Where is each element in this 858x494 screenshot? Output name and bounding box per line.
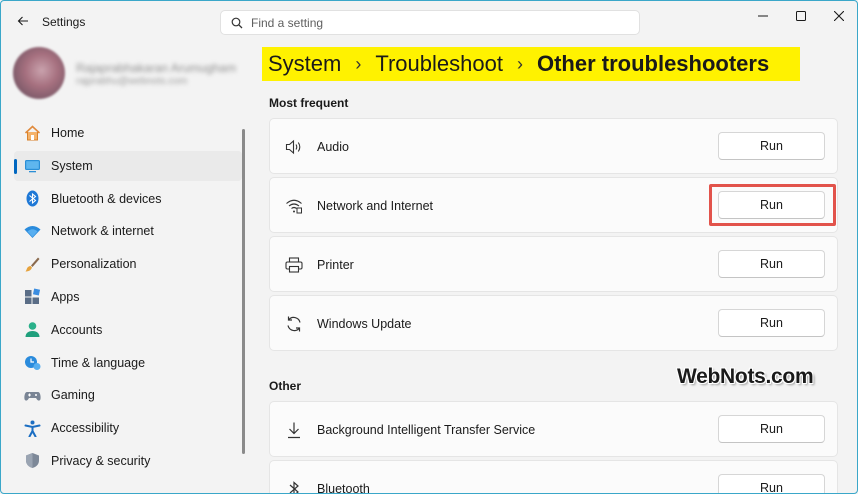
back-arrow-icon xyxy=(17,16,28,26)
watermark-logo: WebNots.com xyxy=(677,365,814,388)
sync-icon xyxy=(284,314,304,334)
run-bits-button[interactable]: Run xyxy=(718,415,825,443)
sidebar-item-label: Network & internet xyxy=(51,224,154,239)
sidebar-item-apps[interactable]: Apps xyxy=(14,282,242,312)
run-network-button[interactable]: Run xyxy=(718,191,825,219)
accessibility-icon xyxy=(23,419,41,437)
title-bar: Settings xyxy=(1,1,857,41)
breadcrumb-separator: › xyxy=(516,53,523,74)
sidebar-item-gaming[interactable]: Gaming xyxy=(14,380,242,410)
troubleshooter-label: Windows Update xyxy=(317,317,412,331)
run-bluetooth-button[interactable]: Run xyxy=(718,474,825,493)
close-icon xyxy=(834,11,844,21)
sidebar-item-time-language[interactable]: Time & language xyxy=(14,348,242,378)
sidebar-scrollbar[interactable] xyxy=(242,129,245,454)
troubleshooter-row-printer: Printer Run xyxy=(269,236,838,292)
download-icon xyxy=(284,420,304,440)
sidebar-item-network[interactable]: Network & internet xyxy=(14,216,242,246)
person-icon xyxy=(23,321,41,339)
sidebar-item-label: Apps xyxy=(51,289,80,304)
apps-icon xyxy=(23,288,41,306)
troubleshooter-row-bits: Background Intelligent Transfer Service … xyxy=(269,401,838,457)
sidebar-item-label: Accounts xyxy=(51,322,103,337)
search-input[interactable] xyxy=(251,15,611,30)
brush-icon xyxy=(23,255,41,273)
run-windows-update-button[interactable]: Run xyxy=(718,309,825,337)
sidebar-item-accessibility[interactable]: Accessibility xyxy=(14,413,242,443)
sidebar-item-label: Accessibility xyxy=(51,421,120,436)
printer-icon xyxy=(284,255,304,275)
run-printer-button[interactable]: Run xyxy=(718,250,825,278)
system-icon xyxy=(23,157,41,175)
troubleshooter-row-windows-update: Windows Update Run xyxy=(269,295,838,351)
bluetooth-icon xyxy=(23,190,41,208)
home-icon xyxy=(23,124,41,142)
sidebar-item-personalization[interactable]: Personalization xyxy=(14,249,242,279)
breadcrumb-item-troubleshoot[interactable]: Troubleshoot xyxy=(375,51,503,77)
sidebar-item-bluetooth-devices[interactable]: Bluetooth & devices xyxy=(14,184,242,214)
minimize-button[interactable] xyxy=(748,7,778,25)
bluetooth-icon xyxy=(284,479,304,493)
troubleshooter-row-bluetooth: Bluetooth Run xyxy=(269,460,838,494)
breadcrumb-separator: › xyxy=(355,53,362,74)
app-title: Settings xyxy=(42,15,86,29)
sidebar-item-label: Gaming xyxy=(51,388,95,403)
troubleshooter-row-audio: Audio Run xyxy=(269,118,838,174)
avatar[interactable] xyxy=(13,47,65,99)
troubleshooter-label: Printer xyxy=(317,258,354,272)
section-title-most-frequent: Most frequent xyxy=(269,96,349,110)
maximize-icon xyxy=(796,11,806,21)
settings-window: Settings Rajaprabhakaran Arumugham rajpr… xyxy=(0,0,858,494)
sidebar-item-home[interactable]: Home xyxy=(14,118,242,148)
breadcrumb: System › Troubleshoot › Other troublesho… xyxy=(262,47,800,81)
sidebar-item-accounts[interactable]: Accounts xyxy=(14,315,242,345)
sidebar-item-system[interactable]: System xyxy=(14,150,242,181)
back-button[interactable] xyxy=(13,11,33,31)
troubleshooter-label: Bluetooth xyxy=(317,482,370,494)
troubleshooter-label: Audio xyxy=(317,140,349,154)
network-icon xyxy=(284,196,304,216)
profile-email: rajprabhu@webnots.com xyxy=(76,76,188,87)
profile-name: Rajaprabhakaran Arumugham xyxy=(76,61,237,75)
troubleshooter-row-network: Network and Internet Run xyxy=(269,177,838,233)
sidebar-item-privacy-security[interactable]: Privacy & security xyxy=(14,446,242,476)
breadcrumb-item-system[interactable]: System xyxy=(268,51,341,77)
sidebar-item-label: Time & language xyxy=(51,355,146,370)
minimize-icon xyxy=(758,15,768,17)
sidebar-item-label: Privacy & security xyxy=(51,453,151,468)
search-icon xyxy=(231,17,243,28)
clock-globe-icon xyxy=(23,354,41,372)
gamepad-icon xyxy=(23,386,41,404)
speaker-icon xyxy=(284,137,304,157)
shield-icon xyxy=(23,452,41,470)
sidebar-item-label: System xyxy=(51,158,93,173)
sidebar-item-label: Bluetooth & devices xyxy=(51,191,162,206)
run-audio-button[interactable]: Run xyxy=(718,132,825,160)
page-title: Other troubleshooters xyxy=(536,51,770,76)
sidebar-item-label: Personalization xyxy=(51,257,137,272)
sidebar-nav: Home System Bluetooth & devices Network … xyxy=(14,118,242,479)
search-box[interactable] xyxy=(220,10,640,35)
section-title-other: Other xyxy=(269,379,302,393)
wifi-icon xyxy=(23,222,41,240)
close-button[interactable] xyxy=(824,7,854,25)
sidebar-item-label: Home xyxy=(51,126,85,140)
maximize-button[interactable] xyxy=(786,7,816,25)
troubleshooter-label: Background Intelligent Transfer Service xyxy=(317,423,536,437)
troubleshooter-label: Network and Internet xyxy=(317,199,434,213)
